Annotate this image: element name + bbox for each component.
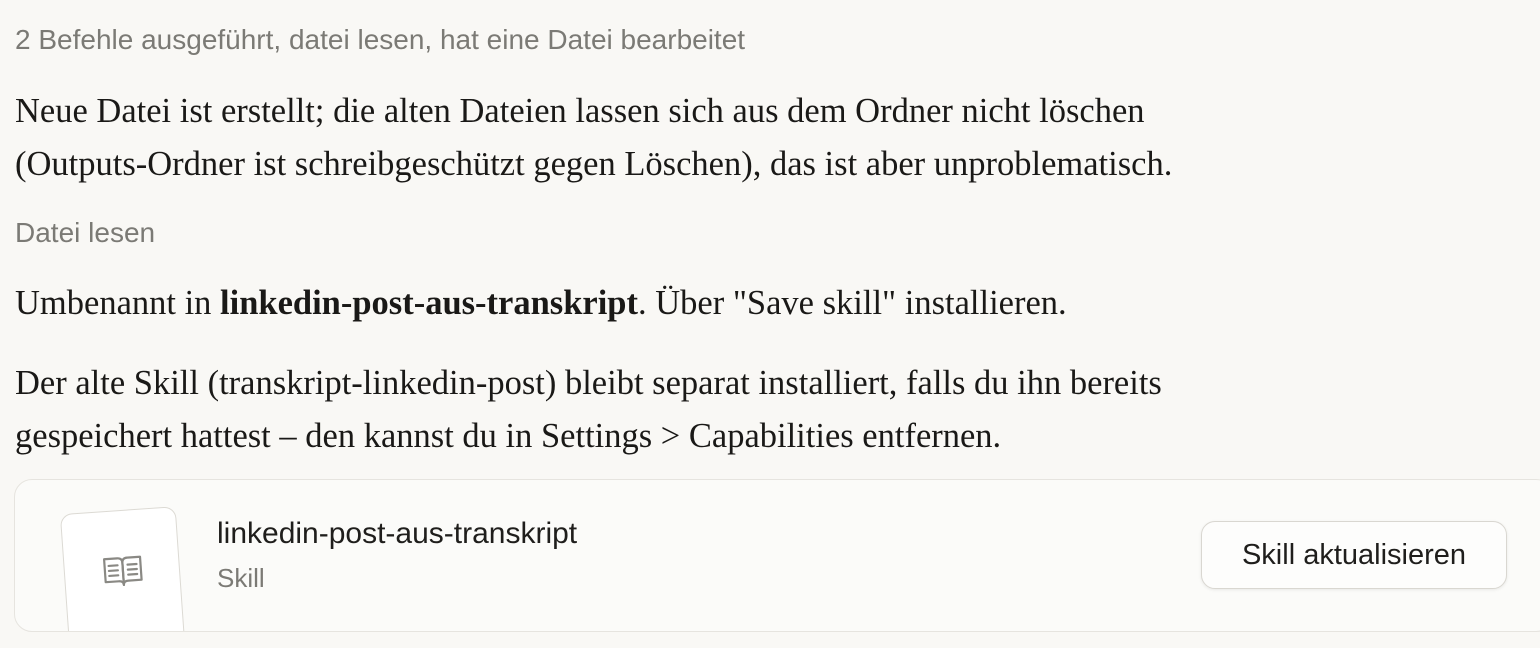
tool-activity-summary[interactable]: 2 Befehle ausgeführt, datei lesen, hat e… (15, 22, 745, 58)
skill-name-bold: linkedin-post-aus-transkript (220, 284, 638, 322)
skill-card[interactable]: linkedin-post-aus-transkript Skill Skill… (14, 479, 1540, 632)
message-line: gespeichert hattest – den kannst du in S… (15, 417, 1002, 455)
assistant-message-paragraph: Neue Datei ist erstellt; die alten Datei… (15, 85, 1172, 191)
skill-card-type: Skill (217, 563, 265, 593)
skill-thumbnail (59, 506, 187, 631)
assistant-message-paragraph: Der alte Skill (transkript-linkedin-post… (15, 357, 1162, 463)
message-text: . Über "Save skill" installieren. (637, 284, 1067, 322)
skill-card-title: linkedin-post-aus-transkript (217, 517, 578, 550)
message-line: (Outputs-Ordner ist schreibgeschützt geg… (15, 145, 1173, 183)
message-line: Der alte Skill (transkript-linkedin-post… (15, 364, 1162, 402)
message-text: Umbenannt in (15, 284, 221, 322)
update-skill-button[interactable]: Skill aktualisieren (1201, 521, 1507, 589)
assistant-message-paragraph: Umbenannt in linkedin-post-aus-transkrip… (15, 277, 1067, 330)
book-icon (102, 555, 143, 587)
message-line: Neue Datei ist erstellt; die alten Datei… (15, 92, 1145, 130)
tool-activity-label[interactable]: Datei lesen (15, 215, 155, 251)
